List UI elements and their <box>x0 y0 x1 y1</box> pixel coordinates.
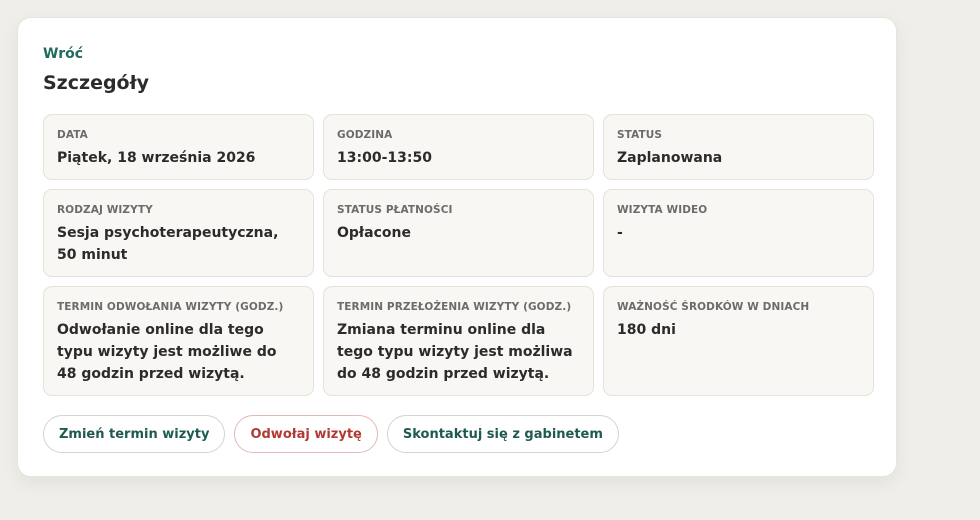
details-grid: DATA Piątek, 18 września 2026 GODZINA 13… <box>43 114 874 396</box>
detail-value: Odwołanie online dla tego typu wizyty je… <box>57 322 277 382</box>
contact-office-button[interactable]: Skontaktuj się z gabinetem <box>386 415 619 453</box>
detail-visit-type: RODZAJ WIZYTY Sesja psychoterapeutyczna,… <box>43 189 314 277</box>
detail-value: 13:00-13:50 <box>337 150 432 166</box>
cancel-visit-button[interactable]: Odwołaj wizytę <box>234 415 378 453</box>
detail-label: STATUS PŁATNOŚCI <box>337 204 453 216</box>
detail-funds-validity: WAŻNOŚĆ ŚRODKÓW W DNIACH 180 dni <box>603 286 874 396</box>
detail-label: WIZYTA WIDEO <box>617 204 708 216</box>
detail-label: TERMIN ODWOŁANIA WIZYTY (GODZ.) <box>57 301 284 313</box>
detail-cancellation-deadline: TERMIN ODWOŁANIA WIZYTY (GODZ.) Odwołani… <box>43 286 314 396</box>
detail-value: Piątek, 18 września 2026 <box>57 150 256 166</box>
detail-payment-status: STATUS PŁATNOŚCI Opłacone <box>323 189 594 277</box>
action-bar: Zmień termin wizyty Odwołaj wizytę Skont… <box>43 415 619 453</box>
appointment-details-card: Wróć Szczegóły DATA Piątek, 18 września … <box>17 17 897 477</box>
detail-video-visit: WIZYTA WIDEO - <box>603 189 874 277</box>
detail-label: GODZINA <box>337 129 393 141</box>
detail-label: DATA <box>57 129 88 141</box>
page-title: Szczegóły <box>43 72 150 94</box>
detail-time: GODZINA 13:00-13:50 <box>323 114 594 180</box>
detail-label: RODZAJ WIZYTY <box>57 204 153 216</box>
detail-value: Sesja psychoterapeutyczna, 50 minut <box>57 225 279 263</box>
detail-value: Zaplanowana <box>617 150 723 166</box>
detail-date: DATA Piątek, 18 września 2026 <box>43 114 314 180</box>
detail-label: TERMIN PRZEŁOŻENIA WIZYTY (GODZ.) <box>337 301 572 313</box>
back-link[interactable]: Wróć <box>43 46 83 62</box>
detail-label: STATUS <box>617 129 663 141</box>
detail-reschedule-deadline: TERMIN PRZEŁOŻENIA WIZYTY (GODZ.) Zmiana… <box>323 286 594 396</box>
detail-value: 180 dni <box>617 322 676 338</box>
detail-status: STATUS Zaplanowana <box>603 114 874 180</box>
detail-label: WAŻNOŚĆ ŚRODKÓW W DNIACH <box>617 301 810 313</box>
detail-value: - <box>617 225 623 241</box>
detail-value: Zmiana terminu online dla tego typu wizy… <box>337 322 573 382</box>
reschedule-button[interactable]: Zmień termin wizyty <box>43 415 226 453</box>
detail-value: Opłacone <box>337 225 411 241</box>
